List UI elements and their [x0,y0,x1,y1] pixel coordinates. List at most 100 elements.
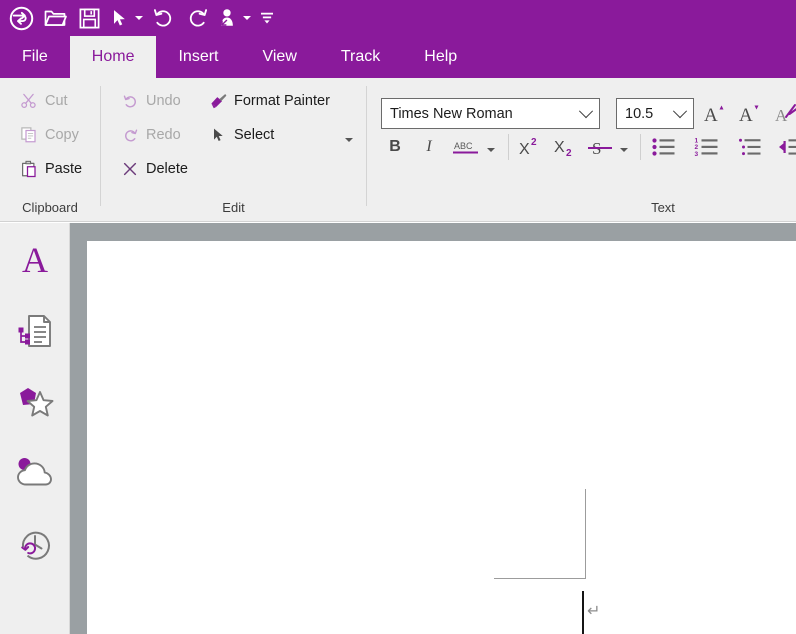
svg-text:X: X [554,139,565,156]
cut-label: Cut [45,93,68,109]
svg-text:A: A [739,105,753,126]
paste-button[interactable]: Paste [18,156,82,182]
strikethrough-dropdown-icon[interactable] [616,136,632,164]
delete-button[interactable]: Delete [119,156,188,182]
redo-button[interactable]: Redo [119,122,181,148]
quick-access-toolbar [0,0,796,36]
text-frame-corner-vertical [585,489,586,579]
text-divider-1 [508,134,509,160]
shrink-font-icon[interactable]: A [735,99,765,127]
redo-arrow-icon[interactable] [180,2,214,34]
tab-help-label: Help [424,48,458,65]
underline-icon[interactable]: ABC [449,132,483,162]
customize-toolbar-icon[interactable] [254,2,280,34]
tab-home[interactable]: Home [69,36,157,78]
sidebar-item-history[interactable] [0,518,69,574]
svg-text:3: 3 [695,151,699,158]
tab-track-label: Track [340,48,381,65]
document-page[interactable]: ↵ [87,241,796,634]
open-icon[interactable] [38,2,72,34]
tab-insert[interactable]: Insert [156,36,240,78]
ribbon-group-clipboard: Cut Copy Paste Clipboard [0,78,100,221]
touch-mode-icon[interactable] [214,2,240,34]
svg-text:2: 2 [531,137,537,148]
tab-view-label: View [262,48,297,65]
format-painter-button[interactable]: Format Painter [207,88,330,114]
svg-text:A: A [704,105,718,126]
delete-x-icon [119,158,141,180]
clear-formatting-icon[interactable]: A [772,99,796,127]
tab-track[interactable]: Track [319,36,402,78]
clock-history-icon [16,525,54,568]
paste-icon [18,158,40,180]
text-group-label: Text [651,200,675,215]
copy-icon [18,124,40,146]
select-arrow-icon [207,124,229,146]
undo-button[interactable]: Undo [119,88,181,114]
select-dropdown-icon[interactable] [341,126,357,154]
svg-text:A: A [22,240,48,280]
superscript-icon[interactable]: X 2 [515,132,547,162]
strikethrough-icon[interactable]: S [585,132,615,162]
undo-arrow-icon [119,90,141,112]
undo-arrow-icon[interactable] [146,2,180,34]
delete-label: Delete [146,161,188,177]
svg-text:ABC: ABC [454,141,473,151]
document-canvas[interactable]: ↵ [70,223,796,634]
italic-icon[interactable]: I [415,132,443,162]
touch-mode-dropdown-icon[interactable] [240,2,254,34]
cloud-icon [15,456,55,495]
sidebar-item-cloud[interactable] [0,447,69,503]
text-divider-2 [640,134,641,160]
format-painter-icon [207,90,229,112]
ribbon-tabs: File Home Insert View Track Help [0,36,796,78]
grow-font-icon[interactable]: A [700,99,730,127]
redo-label: Redo [146,127,181,143]
scissors-icon [18,90,40,112]
subscript-icon[interactable]: X 2 [550,132,582,162]
select-button[interactable]: Select [207,122,274,148]
ribbon: Cut Copy Paste Clipboard Undo Redo Delet… [0,78,796,222]
redo-arrow-icon [119,124,141,146]
select-cursor-icon[interactable] [106,2,132,34]
clipboard-group-label: Clipboard [22,200,78,215]
bullet-list-icon[interactable] [648,132,680,162]
letter-a-icon: A [15,240,55,285]
app-logo-icon[interactable] [4,2,38,34]
ribbon-group-text: Times New Roman 10.5 A A A B I ABC X 2 X… [367,78,796,221]
underline-dropdown-icon[interactable] [483,136,499,164]
undo-label: Undo [146,93,181,109]
text-frame-corner-horizontal [494,578,586,579]
tab-view[interactable]: View [240,36,318,78]
shapes-icon [15,384,55,425]
edit-group-label: Edit [222,200,245,215]
copy-button[interactable]: Copy [18,122,79,148]
select-label: Select [234,127,275,143]
font-name-value: Times New Roman [390,105,513,122]
text-caret [582,591,584,634]
multilevel-list-icon[interactable] [735,132,767,162]
document-outline-icon [16,312,54,355]
font-size-value: 10.5 [625,105,654,122]
save-icon[interactable] [72,2,106,34]
sidebar-item-styles[interactable]: A [0,234,69,290]
format-painter-label: Format Painter [234,93,330,109]
decrease-indent-icon[interactable] [773,132,796,162]
font-name-combo[interactable]: Times New Roman [381,98,600,129]
numbered-list-icon[interactable]: 1 2 3 [691,132,723,162]
tab-file[interactable]: File [0,36,70,78]
sidebar-item-shapes[interactable] [0,376,69,432]
bold-icon[interactable]: B [381,132,409,162]
tab-help[interactable]: Help [402,36,479,78]
font-name-chevron-down-icon[interactable] [577,103,595,119]
left-sidebar: A [0,223,70,634]
font-size-combo[interactable]: 10.5 [616,98,694,129]
svg-text:2: 2 [566,148,572,159]
svg-text:X: X [519,141,530,158]
application-window: File Home Insert View Track Help Cut Cop… [0,0,796,634]
select-cursor-dropdown-icon[interactable] [132,2,146,34]
font-size-chevron-down-icon[interactable] [671,103,689,119]
paragraph-mark: ↵ [587,601,601,620]
cut-button[interactable]: Cut [18,88,68,114]
sidebar-item-outline[interactable] [0,305,69,361]
